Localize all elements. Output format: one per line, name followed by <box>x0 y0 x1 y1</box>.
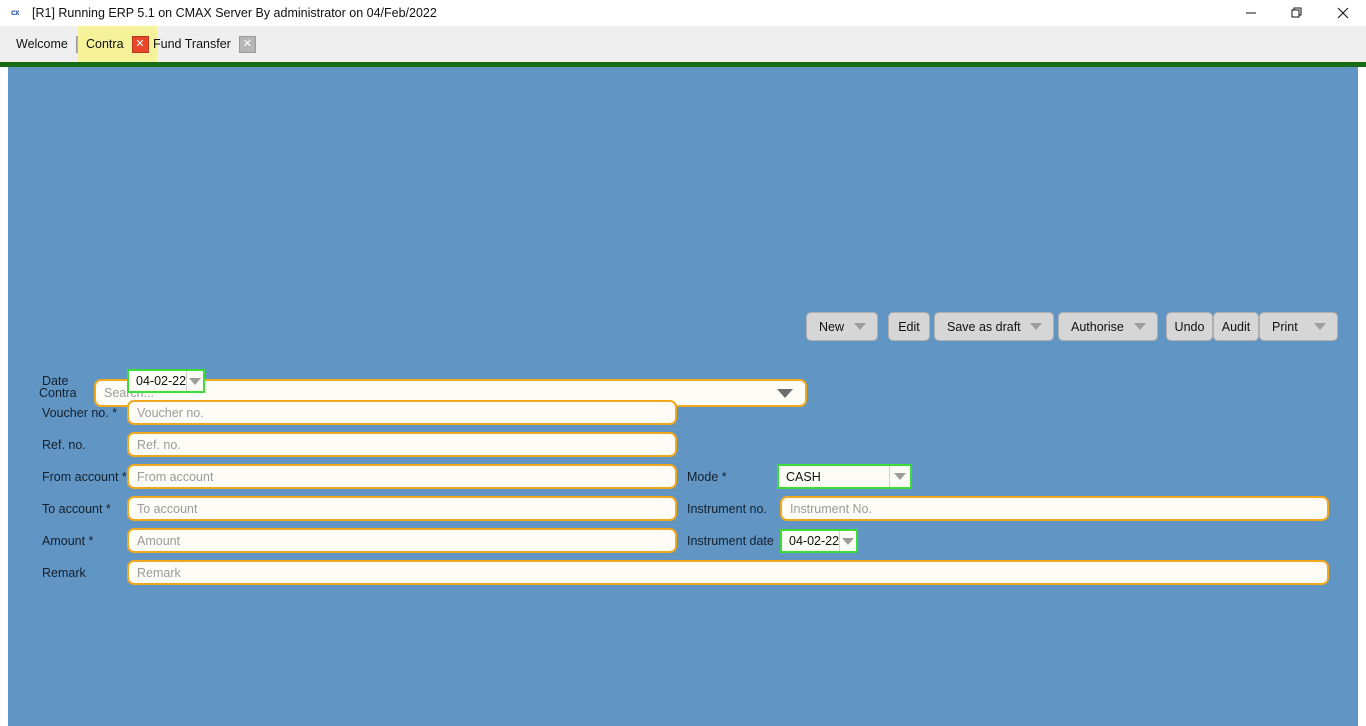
button-label: New <box>819 319 845 334</box>
button-label: Undo <box>1174 319 1205 334</box>
amount-input[interactable]: Amount <box>127 528 677 553</box>
chevron-down-icon <box>1134 323 1146 330</box>
minimize-icon <box>1246 12 1256 14</box>
mode-select[interactable]: CASH <box>777 464 912 489</box>
date-label: Date <box>42 374 69 388</box>
restore-icon <box>1291 7 1302 18</box>
print-button[interactable]: Print <box>1259 312 1338 341</box>
calendar-dropdown-button[interactable] <box>186 371 203 391</box>
chevron-down-icon <box>842 537 855 545</box>
instrument-date-label: Instrument date <box>687 534 774 548</box>
voucher-no-input[interactable]: Voucher no. <box>127 400 677 425</box>
close-icon <box>1337 7 1349 19</box>
mode-value: CASH <box>786 469 821 484</box>
date-value: 04-02-22 <box>136 374 187 388</box>
instrument-no-input[interactable]: Instrument No. <box>780 496 1329 521</box>
new-button[interactable]: New <box>806 312 878 341</box>
chevron-down-icon <box>894 473 906 480</box>
calendar-dropdown-button[interactable] <box>839 531 856 551</box>
instrument-no-placeholder: Instrument No. <box>790 501 872 516</box>
authorise-button[interactable]: Authorise <box>1058 312 1158 341</box>
tab-label: Fund Transfer <box>153 37 231 51</box>
from-account-label: From account * <box>42 470 127 484</box>
ref-no-label: Ref. no. <box>42 438 86 452</box>
from-account-placeholder: From account <box>137 469 214 484</box>
save-as-draft-button[interactable]: Save as draft <box>934 312 1054 341</box>
chevron-down-icon <box>854 323 866 330</box>
amount-label: Amount * <box>42 534 94 548</box>
remark-input[interactable]: Remark <box>127 560 1329 585</box>
contra-label: Contra <box>39 386 77 400</box>
voucher-no-label: Voucher no. * <box>42 406 118 420</box>
tab-fund-transfer[interactable]: Fund Transfer ✕ <box>145 26 264 62</box>
tab-label: Welcome <box>16 37 68 51</box>
from-account-input[interactable]: From account <box>127 464 677 489</box>
contra-form-panel: Contra Search... New Edit Save as draft … <box>8 67 1358 726</box>
chevron-down-icon <box>189 377 202 385</box>
amount-placeholder: Amount <box>137 533 181 548</box>
chevron-down-icon <box>1030 323 1042 330</box>
edit-button[interactable]: Edit <box>888 312 930 341</box>
button-label: Audit <box>1221 319 1251 334</box>
instrument-no-label: Instrument no. <box>687 502 767 516</box>
button-label: Save as draft <box>947 319 1021 334</box>
window-title: [R1] Running ERP 5.1 on CMAX Server By a… <box>32 6 437 20</box>
minimize-button[interactable] <box>1228 0 1274 26</box>
tab-label: Contra <box>86 37 124 51</box>
remark-placeholder: Remark <box>137 565 181 580</box>
instrument-date-field[interactable]: 04-02-22 <box>780 529 858 553</box>
tab-bar: Welcome ✕ Contra ✕ Fund Transfer ✕ + <box>0 26 1366 88</box>
button-label: Print <box>1272 319 1298 334</box>
undo-button[interactable]: Undo <box>1166 312 1213 341</box>
audit-button[interactable]: Audit <box>1213 312 1259 341</box>
to-account-input[interactable]: To account <box>127 496 677 521</box>
button-label: Edit <box>898 319 920 334</box>
instrument-date-value: 04-02-22 <box>789 534 840 548</box>
to-account-label: To account * <box>42 502 111 516</box>
button-label: Authorise <box>1071 319 1124 334</box>
window-controls <box>1228 0 1366 26</box>
chevron-down-icon[interactable] <box>777 388 793 398</box>
chevron-down-icon <box>1314 323 1326 330</box>
mode-label: Mode * <box>687 470 727 484</box>
to-account-placeholder: To account <box>137 501 198 516</box>
ref-no-placeholder: Ref. no. <box>137 437 181 452</box>
voucher-no-placeholder: Voucher no. <box>137 405 204 420</box>
date-field[interactable]: 04-02-22 <box>127 369 205 393</box>
mode-dropdown-button[interactable] <box>889 466 910 487</box>
window-title-bar: cx [R1] Running ERP 5.1 on CMAX Server B… <box>0 0 1366 26</box>
restore-button[interactable] <box>1274 0 1320 26</box>
ref-no-input[interactable]: Ref. no. <box>127 432 677 457</box>
app-logo-icon: cx <box>11 8 19 17</box>
close-button[interactable] <box>1320 0 1366 26</box>
close-icon[interactable]: ✕ <box>238 35 256 53</box>
remark-label: Remark <box>42 566 86 580</box>
